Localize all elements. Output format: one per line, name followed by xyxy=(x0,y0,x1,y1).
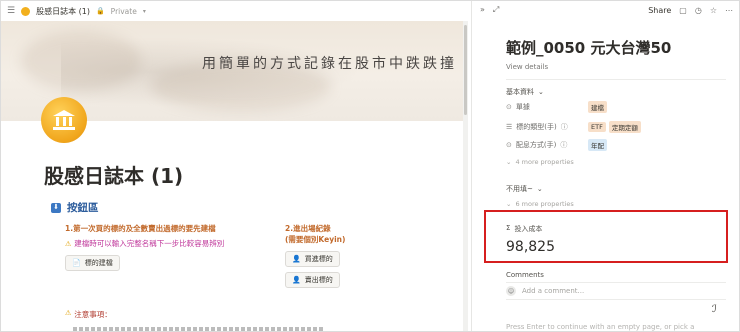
chevron-down-icon[interactable]: ▾ xyxy=(143,8,146,15)
chevron-down-icon: ⌄ xyxy=(538,88,544,96)
list-icon: ☰ xyxy=(506,123,513,131)
tag: 定期定額 xyxy=(608,121,641,133)
chevron-down-icon: ⌄ xyxy=(506,158,512,166)
hint-line: ⚠ 建檔時可以輸入完整名稱下一步比較容易辨別 xyxy=(65,238,280,249)
section-heading: ⬇ 按鈕區 xyxy=(51,200,99,215)
peek-title[interactable]: 範例_0050 元大台灣50 xyxy=(506,37,671,58)
scrollbar[interactable] xyxy=(463,21,468,331)
more-properties-toggle[interactable]: ⌄ 6 more properties xyxy=(506,200,574,208)
step1-text: 1.第一次買的標的及全數賣出過標的要先建檔 xyxy=(65,224,216,233)
cover-motto: 用簡單的方式記錄在股市中跌跌撞 xyxy=(202,56,457,72)
more-properties-toggle[interactable]: ⌄ 4 more properties xyxy=(506,158,574,166)
view-details-link[interactable]: View details xyxy=(506,63,548,71)
property-row[interactable]: ⊙ 配息方式(手) ⓘ 年配 xyxy=(506,138,726,152)
create-button-label: 標的建檔 xyxy=(84,259,113,267)
top-bar: ☰ 股感日誌本 (1) 🔒 Private ▾ xyxy=(1,1,471,21)
select-icon: ⊙ xyxy=(506,103,512,111)
warning-icon: ⚠ xyxy=(65,239,72,248)
side-peek-panel: » ⤢ Share ▢ ◷ ☆ ⋯ 範例_0050 元大台灣50 View de… xyxy=(471,1,739,331)
property-name: 單據 xyxy=(515,103,530,111)
buy-button[interactable]: 👤 買進標的 xyxy=(285,251,340,267)
column-trade: 2.進出場紀錄 (需要個別Keyin) 👤 買進標的 👤 賣出標的 xyxy=(285,223,395,288)
section-heading-text: 按鈕區 xyxy=(67,202,99,214)
notice-line: ⚠ 注意事項： xyxy=(65,309,112,320)
enter-hint: Press Enter to continue with an empty pa… xyxy=(506,323,695,331)
sell-button[interactable]: 👤 賣出標的 xyxy=(285,272,340,288)
step2-text-line2: (需要個別Keyin) xyxy=(285,235,346,244)
chevron-down-icon: ⌄ xyxy=(506,200,512,208)
page-emoji-icon xyxy=(21,6,31,16)
stat-label-row: Σ 投入成本 xyxy=(506,224,542,234)
comment-input[interactable]: ☺ Add a comment... xyxy=(506,286,584,296)
tag: ETF xyxy=(588,122,606,132)
column-create: 1.第一次買的標的及全數賣出過標的要先建檔 ⚠ 建檔時可以輸入完整名稱下一步比較… xyxy=(65,223,280,271)
expand-icon[interactable]: » xyxy=(480,5,485,15)
more-properties-text: 4 more properties xyxy=(515,158,574,166)
tag: 年配 xyxy=(588,139,607,151)
bank-icon[interactable] xyxy=(41,97,87,143)
property-name: 標的類型(手) xyxy=(516,123,557,131)
divider xyxy=(506,299,726,300)
sigma-icon: Σ xyxy=(506,224,511,232)
group-basic[interactable]: 基本資料 ⌄ xyxy=(506,87,544,97)
stat-value: 98,825 xyxy=(506,239,555,255)
comment-icon[interactable]: ▢ xyxy=(679,6,687,15)
highlight-box: Σ 投入成本 98,825 xyxy=(484,210,728,263)
truncated-text-line xyxy=(73,327,323,331)
select-icon: ⊙ xyxy=(506,141,512,149)
updates-icon[interactable]: ◷ xyxy=(695,6,702,15)
comment-placeholder: Add a comment... xyxy=(522,287,585,295)
tag: 建檔 xyxy=(588,101,607,113)
text-cursor-icon: ℐ xyxy=(712,304,717,315)
breadcrumb[interactable]: 股感日誌本 (1) xyxy=(36,6,90,17)
stat-label: 投入成本 xyxy=(514,225,543,233)
comments-heading: Comments xyxy=(506,271,544,279)
person-icon: 👤 xyxy=(292,255,301,263)
person-icon: 👤 xyxy=(292,276,301,284)
share-button[interactable]: Share xyxy=(648,6,671,15)
more-properties-text: 6 more properties xyxy=(515,200,574,208)
scrollbar-thumb[interactable] xyxy=(464,25,467,115)
divider xyxy=(506,282,726,283)
warning-icon: ⚠ xyxy=(65,309,72,317)
main-page: ☰ 股感日誌本 (1) 🔒 Private ▾ 用簡單的方式記錄在股市中跌跌撞 … xyxy=(1,1,471,331)
open-full-icon[interactable]: ⤢ xyxy=(493,5,499,15)
more-icon[interactable]: ⋯ xyxy=(725,6,733,15)
divider xyxy=(506,79,726,80)
info-icon: ⓘ xyxy=(560,141,568,149)
info-icon: ⓘ xyxy=(560,123,568,131)
peek-toolbar: » ⤢ Share ▢ ◷ ☆ ⋯ xyxy=(472,1,739,19)
document-icon: 📄 xyxy=(72,259,81,267)
step2-text-line1: 2.進出場紀錄 xyxy=(285,224,331,233)
group-unused-label: 不用填~ xyxy=(506,185,533,193)
download-icon: ⬇ xyxy=(51,202,61,213)
notice-text: 注意事項： xyxy=(74,310,112,319)
property-row[interactable]: ☰ 標的類型(手) ⓘ ETF 定期定額 xyxy=(506,120,726,134)
group-basic-label: 基本資料 xyxy=(506,88,534,96)
create-button[interactable]: 📄 標的建檔 xyxy=(65,255,120,271)
sell-button-label: 賣出標的 xyxy=(304,276,333,284)
privacy-label[interactable]: Private xyxy=(111,7,137,16)
app-window: ☰ 股感日誌本 (1) 🔒 Private ▾ 用簡單的方式記錄在股市中跌跌撞 … xyxy=(0,0,740,332)
avatar: ☺ xyxy=(506,286,516,296)
buy-button-label: 買進標的 xyxy=(304,255,333,263)
page-title[interactable]: 股感日誌本 (1) xyxy=(44,160,183,189)
chevron-down-icon: ⌄ xyxy=(536,185,543,193)
property-name: 配息方式(手) xyxy=(515,141,557,149)
group-unused[interactable]: 不用填~ ⌄ xyxy=(506,184,543,194)
property-row[interactable]: ⊙ 單據 建檔 xyxy=(506,100,726,114)
star-icon[interactable]: ☆ xyxy=(710,6,717,15)
menu-icon[interactable]: ☰ xyxy=(7,6,15,16)
lock-icon: 🔒 xyxy=(95,7,105,15)
hint-text: 建檔時可以輸入完整名稱下一步比較容易辨別 xyxy=(74,239,225,248)
